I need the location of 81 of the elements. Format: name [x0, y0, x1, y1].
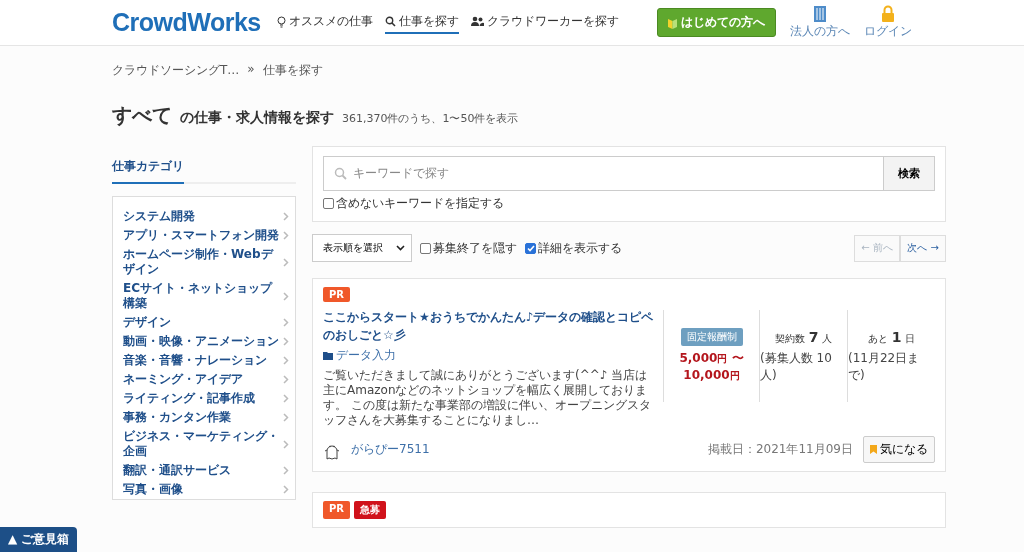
chevron-right-icon: [283, 375, 289, 384]
feedback-button[interactable]: ▲ ご意見箱: [0, 527, 78, 552]
breadcrumb-link[interactable]: クラウドソーシングT…: [112, 62, 240, 86]
category-link[interactable]: 写真・画像: [123, 480, 289, 499]
nav-link-label: オススメの仕事: [288, 13, 373, 30]
header-link[interactable]: 法人の方へ: [790, 5, 850, 40]
chevron-right-icon: [283, 212, 289, 221]
chevron-right-icon: [283, 356, 289, 365]
job-tag: 急募: [354, 501, 387, 519]
header-link-label: ログイン: [864, 23, 912, 40]
chevron-right-icon: [283, 394, 289, 403]
favorite-button[interactable]: 気になる: [863, 436, 935, 463]
header-link[interactable]: ログイン: [864, 5, 912, 40]
search-field[interactable]: キーワードで探す: [323, 156, 884, 191]
lightbulb-icon: [276, 15, 286, 28]
category-link[interactable]: アプリ・スマートフォン開発: [123, 226, 289, 245]
chevron-right-icon: [283, 291, 289, 301]
posted-date: 掲載日：2021年11月09日: [707, 441, 853, 458]
checkbox-label: 募集終了を隠す: [433, 239, 517, 257]
sidebar-title: 仕事カテゴリ: [112, 146, 296, 184]
chevron-right-icon: [283, 257, 289, 267]
job-tag: PR: [323, 287, 351, 302]
job-description: ご覧いただきまして誠にありがとうございます(^^♪ 当店は主にAmazonなどのネットショップを幅広く展開しております。 この度は新たな事業部の増設に伴い、オープニングスタッフさんを大募集することになりまし…: [323, 368, 652, 428]
leaf-icon: [668, 16, 677, 29]
people-icon: [470, 16, 484, 27]
category-link[interactable]: ネーミング・アイデア: [123, 370, 289, 389]
chevron-right-icon: [283, 439, 289, 449]
chevron-down-icon: [396, 245, 405, 251]
job-title[interactable]: ここからスタート★おうちでかんたん♪データの確認とコピペのおしごと☆彡: [323, 308, 655, 344]
chevron-right-icon: [283, 485, 289, 494]
pay-range: 5,000円 〜 10,000円: [679, 350, 744, 384]
days-left: あと 1 日: [868, 328, 915, 346]
chevron-right-icon: [283, 466, 289, 475]
search-icon: [334, 167, 347, 180]
category-link[interactable]: ビジネス・マーケティング・企画: [123, 427, 289, 461]
next-button[interactable]: 次へ →: [900, 234, 946, 262]
deadline: (11月22日まで): [848, 349, 921, 384]
chevron-right-icon: [283, 231, 289, 240]
recruit-count: (募集人数 10人): [760, 349, 833, 384]
header-link-label: 法人の方へ: [790, 23, 850, 40]
chevron-right-icon: [283, 337, 289, 346]
checkbox-label: 詳細を表示する: [538, 239, 622, 257]
building-icon: [813, 5, 827, 22]
category-link[interactable]: 事務・カンタン作業: [123, 408, 289, 427]
checkbox[interactable]: [420, 242, 431, 254]
sort-select[interactable]: 表示順を選択: [312, 234, 412, 262]
folder-icon: [323, 351, 333, 360]
category-link[interactable]: ライティング・記事作成: [123, 389, 289, 408]
user-name-link[interactable]: がらぴー7511: [351, 441, 430, 458]
nav-link-label: 仕事を探す: [398, 13, 459, 30]
nav-link[interactable]: オススメの仕事: [276, 11, 373, 34]
nav-link[interactable]: クラウドワーカーを探す: [470, 11, 619, 34]
checkmark-icon: [526, 244, 535, 252]
result-count: 361,370件のうち、1〜50件を表示: [342, 111, 519, 126]
category-link[interactable]: データ入力: [323, 347, 655, 364]
nav-link[interactable]: 仕事を探す: [384, 11, 459, 34]
breadcrumb-link[interactable]: 仕事を探す: [262, 62, 323, 86]
contract-count: 契約数 7 人: [775, 328, 832, 346]
page-subtitle: の仕事・求人情報を探す: [180, 109, 334, 127]
category-link[interactable]: デザイン: [123, 313, 289, 332]
category-link[interactable]: ホームページ制作・Webデザイン: [123, 245, 289, 279]
bookmark-icon: [870, 445, 877, 454]
job-tag: PR: [323, 501, 351, 519]
pay-type-label: 固定報酬制: [680, 328, 743, 346]
category-link[interactable]: 動画・映像・アニメーション: [123, 332, 289, 351]
search-icon: [384, 16, 396, 27]
checkbox[interactable]: [525, 242, 536, 254]
lock-icon: [881, 5, 895, 22]
breadcrumb-separator: »: [247, 62, 255, 78]
category-link[interactable]: ECサイト・ネットショップ構築: [123, 279, 289, 313]
search-button[interactable]: 検索: [884, 156, 935, 191]
category-link[interactable]: 翻訳・通訳サービス: [123, 461, 289, 480]
category-link[interactable]: システム開発: [123, 207, 289, 226]
chevron-right-icon: [283, 318, 289, 327]
nav-link-label: クラウドワーカーを探す: [486, 13, 619, 30]
chevron-right-icon: [283, 413, 289, 422]
category-link[interactable]: 音楽・音響・ナレーション: [123, 351, 289, 370]
page-title: すべて: [112, 102, 172, 129]
checkbox[interactable]: [323, 198, 334, 209]
checkbox-label: 含めないキーワードを指定する: [336, 195, 504, 212]
crowdworks-logo[interactable]: CrowdWorks: [112, 8, 261, 37]
